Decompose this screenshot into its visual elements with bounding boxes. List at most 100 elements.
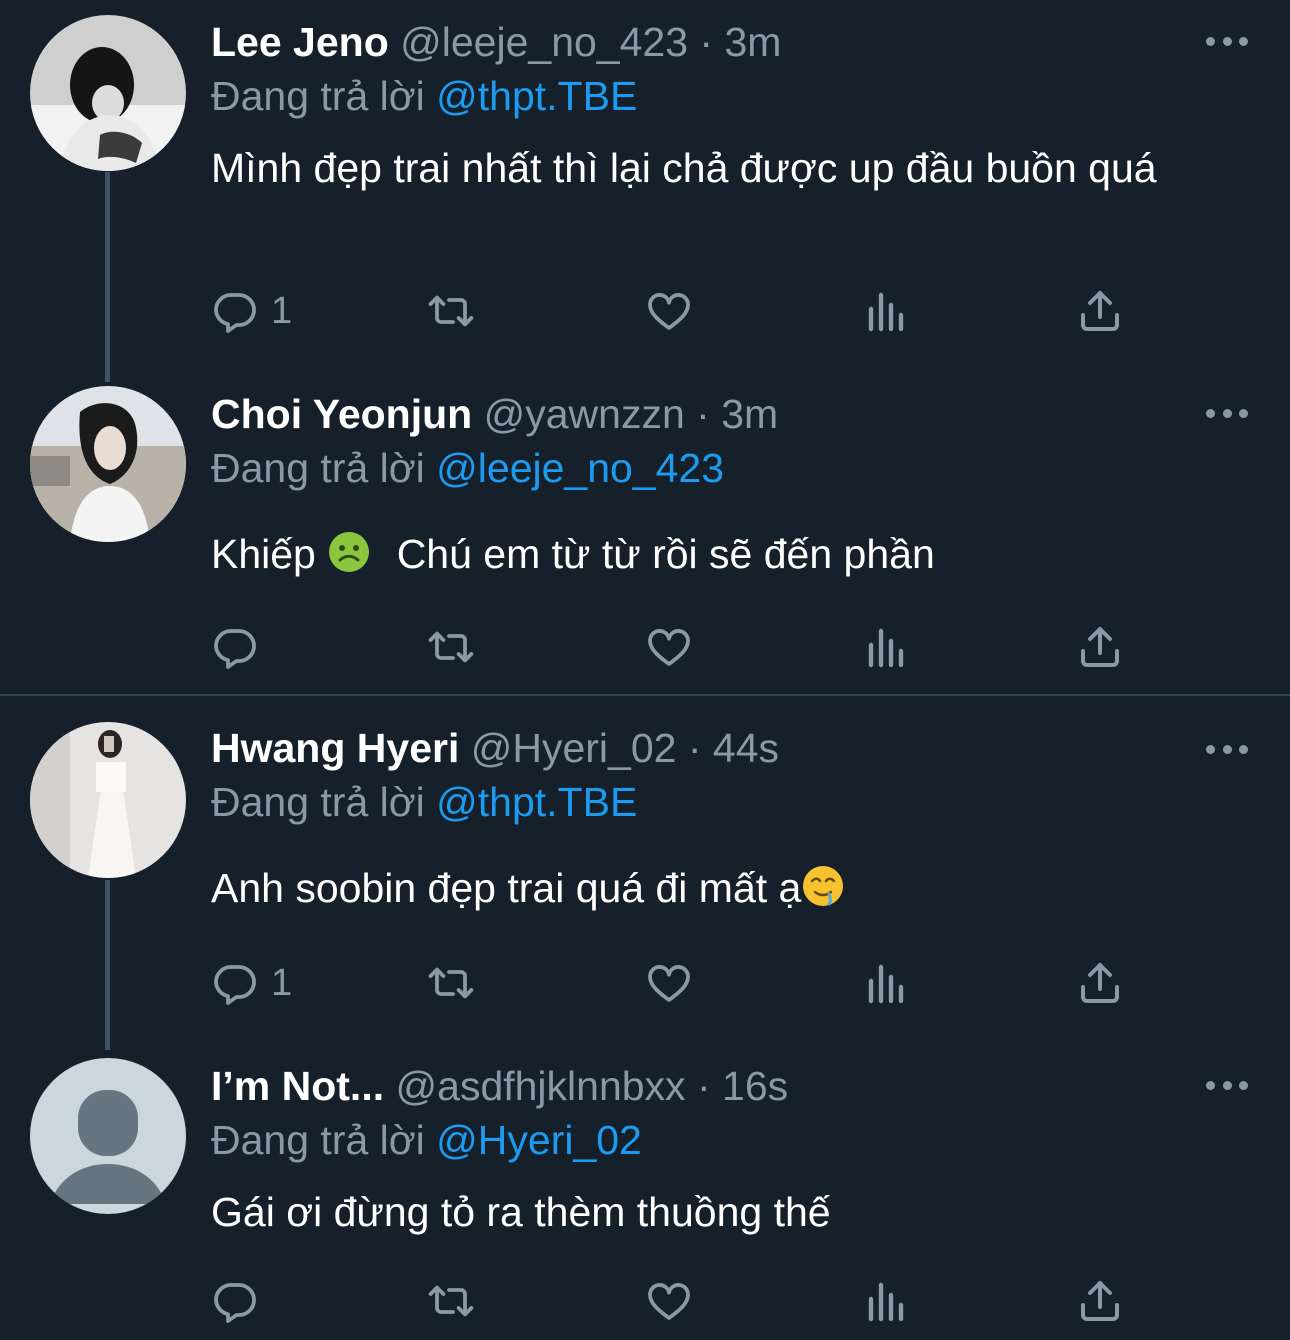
thread-line — [105, 880, 110, 1050]
separator-dot: · — [687, 725, 702, 771]
analytics-button[interactable] — [861, 1276, 909, 1326]
retweet-icon — [427, 959, 475, 1007]
reply-icon — [211, 623, 259, 671]
timestamp[interactable]: 16s — [722, 1063, 788, 1109]
replying-to: Đang trả lời @thpt.TBE — [211, 68, 637, 124]
tweet-text-part: Chú em từ từ rồi sẽ đến phần — [396, 531, 935, 577]
like-button[interactable] — [645, 1276, 693, 1326]
reply-icon — [211, 1277, 259, 1325]
tweet-text: Gái ơi đừng tỏ ra thèm thuồng thế — [211, 1189, 831, 1235]
reply-count: 1 — [271, 289, 293, 332]
avatar[interactable] — [30, 1058, 186, 1214]
timestamp[interactable]: 3m — [721, 391, 778, 437]
replying-to-label: Đang trả lời — [211, 445, 425, 491]
share-button[interactable] — [1076, 1276, 1124, 1326]
timestamp[interactable]: 44s — [713, 725, 779, 771]
action-bar — [211, 1276, 1131, 1326]
reply-icon — [211, 959, 259, 1007]
like-icon — [645, 959, 693, 1007]
analytics-button[interactable] — [861, 958, 909, 1008]
retweet-icon — [427, 623, 475, 671]
retweet-icon — [427, 1277, 475, 1325]
drooling-face-icon — [803, 866, 844, 906]
mention-link[interactable]: @leeje_no_423 — [436, 445, 724, 491]
replying-to-label: Đang trả lời — [211, 73, 425, 119]
nauseated-face-icon — [329, 532, 370, 572]
tweet[interactable]: Hwang Hyeri @Hyeri_02 · 44s Đang trả lời… — [0, 696, 1290, 1050]
action-bar: 1 — [211, 958, 1131, 1008]
display-name[interactable]: Choi Yeonjun — [211, 391, 472, 437]
timestamp[interactable]: 3m — [724, 19, 781, 65]
tweet-header: Hwang Hyeri @Hyeri_02 · 44s — [211, 720, 779, 776]
mention-link[interactable]: @thpt.TBE — [436, 779, 637, 825]
share-icon — [1076, 623, 1124, 671]
reply-button[interactable]: 1 — [211, 958, 292, 1008]
more-icon[interactable] — [1206, 403, 1248, 423]
mention-link[interactable]: @thpt.TBE — [436, 73, 637, 119]
share-button[interactable] — [1076, 286, 1124, 336]
avatar[interactable] — [30, 386, 186, 542]
retweet-icon — [427, 287, 475, 335]
tweet[interactable]: Choi Yeonjun @yawnzzn · 3m Đang trả lời … — [0, 380, 1290, 694]
user-handle[interactable]: @Hyeri_02 — [471, 725, 677, 771]
tweet-text: Anh soobin đẹp trai quá đi mất ạ — [211, 860, 1231, 916]
like-button[interactable] — [645, 622, 693, 672]
share-icon — [1076, 959, 1124, 1007]
tweet-text-part: Khiếp — [211, 531, 316, 577]
retweet-button[interactable] — [427, 958, 475, 1008]
tweet-text-part: Anh soobin đẹp trai quá đi mất ạ — [211, 865, 802, 911]
replying-to: Đang trả lời @thpt.TBE — [211, 774, 637, 830]
retweet-button[interactable] — [427, 622, 475, 672]
action-bar: 1 — [211, 286, 1131, 336]
separator-dot: · — [696, 1063, 711, 1109]
share-button[interactable] — [1076, 622, 1124, 672]
analytics-icon — [861, 1277, 909, 1325]
separator-dot: · — [696, 391, 710, 437]
display-name[interactable]: Lee Jeno — [211, 19, 389, 65]
action-bar — [211, 622, 1131, 672]
user-handle[interactable]: @yawnzzn — [484, 391, 685, 437]
share-icon — [1076, 287, 1124, 335]
separator-dot: · — [699, 19, 714, 65]
replying-to: Đang trả lời @leeje_no_423 — [211, 440, 724, 496]
reply-button[interactable] — [211, 1276, 259, 1326]
tweet-header: I’m Not... @asdfhjklnnbxx · 16s — [211, 1058, 788, 1114]
avatar[interactable] — [30, 15, 186, 171]
tweet-header: Lee Jeno @leeje_no_423 · 3m — [211, 14, 781, 70]
more-icon[interactable] — [1206, 739, 1248, 759]
display-name[interactable]: I’m Not... — [211, 1063, 384, 1109]
share-button[interactable] — [1076, 958, 1124, 1008]
analytics-button[interactable] — [861, 286, 909, 336]
user-handle[interactable]: @leeje_no_423 — [400, 19, 688, 65]
share-icon — [1076, 1277, 1124, 1325]
reply-count: 1 — [271, 961, 293, 1004]
analytics-icon — [861, 287, 909, 335]
tweet[interactable]: I’m Not... @asdfhjklnnbxx · 16s Đang trả… — [0, 1050, 1290, 1340]
like-icon — [645, 1277, 693, 1325]
mention-link[interactable]: @Hyeri_02 — [436, 1117, 642, 1163]
display-name[interactable]: Hwang Hyeri — [211, 725, 459, 771]
tweet-text: Khiếp Chú em từ từ rồi sẽ đến phần — [211, 526, 1231, 582]
tweet-text: Mình đẹp trai nhất thì lại chả được up đ… — [211, 145, 1157, 191]
tweet[interactable]: Lee Jeno @leeje_no_423 · 3m Đang trả lời… — [0, 0, 1290, 382]
like-icon — [645, 287, 693, 335]
analytics-icon — [861, 623, 909, 671]
replying-to-label: Đang trả lời — [211, 1117, 425, 1163]
analytics-button[interactable] — [861, 622, 909, 672]
tweet-header: Choi Yeonjun @yawnzzn · 3m — [211, 386, 778, 442]
like-icon — [645, 623, 693, 671]
replying-to-label: Đang trả lời — [211, 779, 425, 825]
retweet-button[interactable] — [427, 1276, 475, 1326]
like-button[interactable] — [645, 286, 693, 336]
user-handle[interactable]: @asdfhjklnnbxx — [396, 1063, 686, 1109]
avatar[interactable] — [30, 722, 186, 878]
analytics-icon — [861, 959, 909, 1007]
more-icon[interactable] — [1206, 1075, 1248, 1095]
retweet-button[interactable] — [427, 286, 475, 336]
more-icon[interactable] — [1206, 31, 1248, 51]
like-button[interactable] — [645, 958, 693, 1008]
reply-button[interactable]: 1 — [211, 286, 292, 336]
replying-to: Đang trả lời @Hyeri_02 — [211, 1112, 642, 1168]
reply-button[interactable] — [211, 622, 259, 672]
thread-line — [105, 172, 110, 382]
